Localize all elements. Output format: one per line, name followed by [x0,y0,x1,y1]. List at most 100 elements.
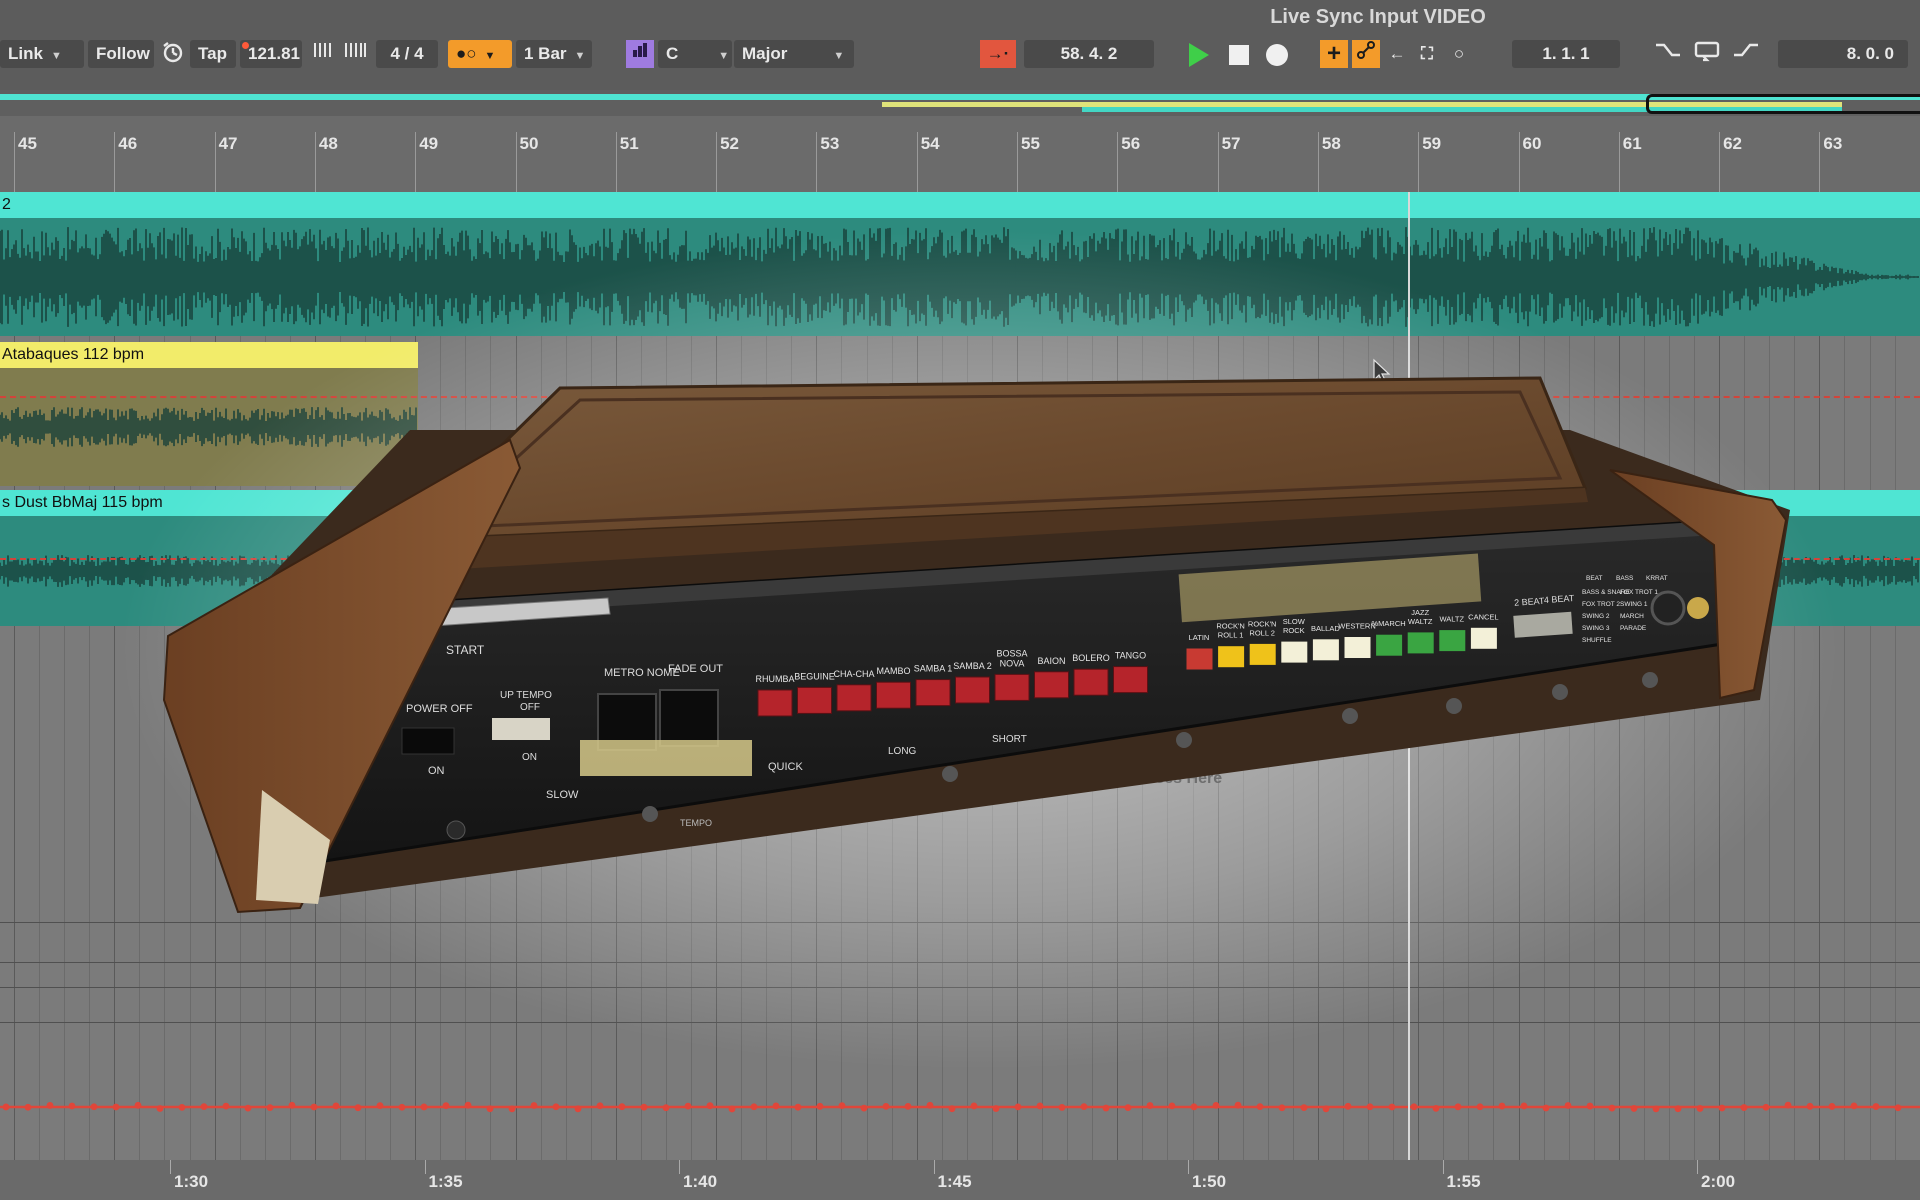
grid-line [390,192,392,1170]
loop-start-field[interactable]: 1. 1. 1 [1512,40,1620,68]
beat-time-ruler[interactable]: 45 46 47 48 49 50 51 52 53 54 55 56 57 58 59 60 61 62 63 [0,116,1920,192]
grid-line [565,192,567,1170]
clip-header-track-3[interactable]: s Dust BbMaj 115 bpm [0,490,1920,516]
automation-point [838,1102,846,1110]
key-root-value: C [666,44,679,63]
play-button[interactable] [1184,40,1214,68]
automation-point [662,1104,670,1112]
master-automation-envelope[interactable] [0,1092,1920,1122]
overview-track-1 [0,94,1920,100]
bar-label: 45 [18,134,37,153]
automation-line [0,396,1920,398]
tap-tempo-button[interactable]: Tap [190,40,236,68]
record-button[interactable] [1262,40,1292,68]
bar-tick [114,132,116,192]
grid-line [866,192,868,1170]
bar-tick [1719,132,1721,192]
key-root-select[interactable]: C ▼ [658,40,732,68]
time-signature-field[interactable]: 4 / 4 [376,40,438,68]
stop-button[interactable] [1224,40,1254,68]
grid-line [1117,192,1119,1170]
metronome-button[interactable]: ●○ ▼ [448,40,512,68]
grid-line [1067,192,1069,1170]
scale-mode-button[interactable] [626,40,654,68]
nudge-up-icon[interactable] [340,40,370,68]
automation-point [1674,1105,1682,1113]
bar-label: 54 [920,134,940,153]
automation-point [1014,1103,1022,1111]
grid-line [1292,192,1294,1170]
grid-line [1217,192,1219,1170]
quantize-select[interactable]: 1 Bar ▼ [516,40,592,68]
link-button[interactable]: Link ▼ [0,40,84,68]
automation-point [992,1105,1000,1112]
chevron-down-icon: ▼ [50,50,62,62]
playhead [1408,192,1410,1160]
scale-select[interactable]: Major ▼ [734,40,854,68]
capture-midi-icon[interactable]: ⛶ [1414,40,1440,68]
clip-header-track-1[interactable]: 2 [0,192,1920,218]
automation-point [1212,1101,1220,1109]
clip-waveform-track-3[interactable] [0,516,1920,626]
grid-line [1769,192,1771,1170]
punch-in-icon[interactable] [1652,40,1684,68]
automation-point [442,1102,450,1110]
bar-tick [1518,132,1520,192]
time-ruler[interactable]: 1:30 1:35 1:40 1:45 1:50 1:55 2:00 [0,1160,1920,1200]
automation-point [266,1104,274,1112]
arrangement-view[interactable]: 2 Atabaques 112 bpm s Dust BbMaj 115 bpm [0,192,1920,1170]
overdub-button[interactable]: + [1320,40,1348,68]
time-tick [679,1160,680,1174]
bar-label: 49 [419,134,439,153]
grid-line [816,192,818,1170]
bar-tick [314,132,316,192]
punch-out-icon[interactable] [1730,40,1762,68]
grid-line [590,192,592,1170]
clip-name: s Dust BbMaj 115 bpm [2,494,163,511]
clip-waveform-track-1[interactable] [0,218,1920,336]
grid-line [339,192,341,1170]
clip-name: Atabaques 112 bpm [2,346,145,363]
time-label: 1:40 [683,1172,718,1191]
automation-point [1036,1102,1044,1110]
clip-waveform-track-2[interactable] [0,368,418,486]
grid-line [415,192,417,1170]
grid-line [741,192,743,1170]
bar-tick [415,132,417,192]
clip-header-track-2[interactable]: Atabaques 112 bpm [0,342,418,368]
grid-line [615,192,617,1170]
automation-icon [1357,41,1375,59]
automation-point [508,1105,516,1113]
song-position-field[interactable]: 58. 4. 2 [1024,40,1154,68]
tempo-indicator-led [242,42,249,49]
automation-point [1762,1103,1770,1111]
nudge-down-icon[interactable] [308,40,338,68]
bar-label: 46 [118,134,138,153]
back-to-arrangement-icon[interactable]: ← [1384,40,1410,68]
metronome-sync-icon[interactable] [158,40,188,68]
grid-line [1418,192,1420,1170]
arrangement-record-follow-button[interactable]: →· [980,40,1016,68]
session-record-icon[interactable]: ○ [1446,40,1472,68]
grid-line [1242,192,1244,1170]
automation-point [882,1103,890,1110]
arrangement-overview[interactable] [0,90,1920,116]
tempo-field[interactable]: 121.81 [240,40,302,68]
grid-line [966,192,968,1170]
automation-point [1432,1104,1440,1112]
tap-label: Tap [198,44,227,63]
quantize-value: 1 Bar [524,44,567,63]
overview-visible-region[interactable] [1646,94,1920,114]
automation-arm-button[interactable] [1352,40,1380,68]
grid-line [1894,192,1896,1170]
automation-point [486,1105,494,1113]
time-tick [170,1160,171,1174]
automation-point [574,1105,582,1113]
loop-length-field[interactable]: 8. 0. 0 [1778,40,1908,68]
follow-button[interactable]: Follow [88,40,154,68]
automation-point [706,1102,714,1110]
automation-point [46,1102,54,1109]
bar-label: 61 [1622,134,1642,153]
bar-label: 48 [318,134,338,153]
loop-switch-icon[interactable] [1690,40,1724,68]
